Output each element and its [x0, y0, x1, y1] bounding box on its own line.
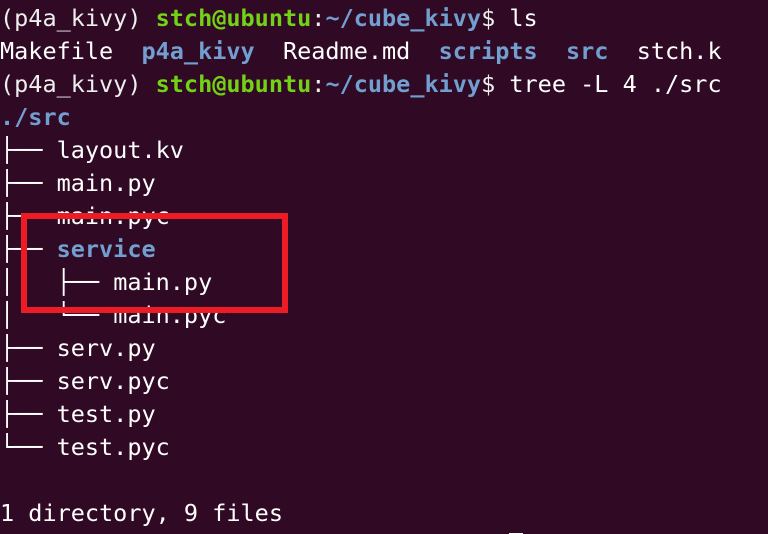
prompt-sigil: $ [481, 4, 496, 32]
tree-prefix: ├── [0, 367, 57, 395]
tree-entry-test-py: test.py [56, 400, 156, 428]
ls-gap-2 [255, 37, 283, 65]
tree-prefix: │ ├── [0, 268, 114, 296]
ls-entry-readme: Readme.md [282, 37, 411, 65]
prompt-space-1 [141, 4, 155, 32]
ls-gap-5 [608, 37, 636, 65]
terminal-screen: (p4a_kivy) stch@ubuntu:~/cube_kivy$ ls M… [0, 2, 768, 534]
tree-prefix: ├── [0, 202, 57, 230]
prompt-user-host-2: stch@ubuntu [155, 70, 312, 98]
tree-summary-text: 1 directory, 9 files [0, 499, 283, 527]
prompt-space-2 [141, 70, 155, 98]
terminal-line-prompt-tree: (p4a_kivy) stch@ubuntu:~/cube_kivy$ tree… [0, 68, 768, 101]
tree-line-service: ├── service [0, 233, 768, 266]
tree-line-serv-pyc: ├── serv.pyc [0, 365, 768, 398]
command-tree: tree -L 4 ./src [495, 70, 722, 98]
tree-line-serv-py: ├── serv.py [0, 332, 768, 365]
tree-entry-serv-pyc: serv.pyc [56, 367, 170, 395]
tree-prefix: │ └── [0, 301, 114, 329]
prompt-user-host: stch@ubuntu [155, 4, 312, 32]
tree-prefix: ├── [0, 334, 57, 362]
ls-entry-src: src [565, 37, 609, 65]
prompt-venv-2: (p4a_kivy) [0, 70, 142, 98]
tree-summary-line: 1 directory, 9 files [0, 497, 768, 530]
tree-line-test-py: ├── test.py [0, 398, 768, 431]
tree-line-service-main-py: │ ├── main.py [0, 266, 768, 299]
terminal-line-prompt-active[interactable]: (p4a_kivy) stch@ubuntu:~/cube_kivy$ [0, 530, 768, 534]
tree-root-line: ./src [0, 101, 768, 134]
ls-entry-p4a-kivy: p4a_kivy [141, 37, 255, 65]
ls-gap-1 [113, 37, 141, 65]
tree-root-name: ./src [0, 103, 71, 131]
terminal-line-ls-output: Makefile p4a_kivy Readme.md scripts src … [0, 35, 768, 68]
tree-prefix: └── [0, 433, 57, 461]
tree-entry-test-pyc: test.pyc [56, 433, 170, 461]
tree-entry-serv-py: serv.py [56, 334, 156, 362]
ls-entry-makefile: Makefile [0, 37, 114, 65]
tree-prefix: ├── [0, 235, 57, 263]
tree-line-main-py: ├── main.py [0, 167, 768, 200]
prompt-sigil-2: $ [481, 70, 496, 98]
tree-line-test-pyc: └── test.pyc [0, 431, 768, 464]
terminal-line-prompt-ls: (p4a_kivy) stch@ubuntu:~/cube_kivy$ ls [0, 2, 768, 35]
tree-line-layout-kv: ├── layout.kv [0, 134, 768, 167]
tree-line-main-pyc: ├── main.pyc [0, 200, 768, 233]
tree-prefix: ├── [0, 136, 57, 164]
terminal-window[interactable]: (p4a_kivy) stch@ubuntu:~/cube_kivy$ ls M… [0, 0, 768, 534]
prompt-path-2: ~/cube_kivy [325, 70, 482, 98]
ls-entry-scripts: scripts [438, 37, 538, 65]
tree-entry-layout-kv: layout.kv [56, 136, 184, 164]
tree-entry-main-py: main.py [56, 169, 156, 197]
prompt-separator: : [311, 4, 326, 32]
tree-entry-service-main-py: main.py [113, 268, 213, 296]
prompt-path: ~/cube_kivy [325, 4, 482, 32]
command-ls: ls [495, 4, 538, 32]
tree-entry-main-pyc: main.pyc [56, 202, 170, 230]
prompt-separator-2: : [311, 70, 326, 98]
prompt-venv: (p4a_kivy) [0, 4, 142, 32]
ls-gap-3 [410, 37, 438, 65]
tree-prefix: ├── [0, 169, 57, 197]
tree-entry-service-dir: service [56, 235, 156, 263]
tree-entry-service-main-pyc: main.pyc [113, 301, 227, 329]
tree-prefix: ├── [0, 400, 57, 428]
tree-line-service-main-pyc: │ └── main.pyc [0, 299, 768, 332]
ls-gap-4 [538, 37, 566, 65]
ls-entry-stch-k: stch.k [636, 37, 722, 65]
